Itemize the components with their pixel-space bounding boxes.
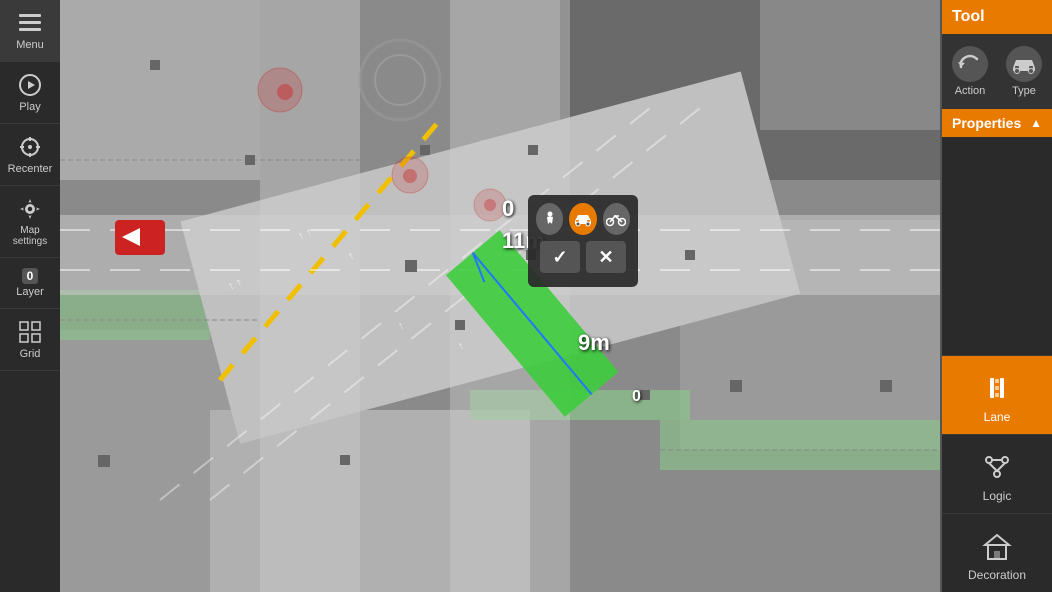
action-popup: ✓ ✕	[528, 195, 638, 287]
recenter-label: Recenter	[8, 163, 53, 175]
popup-bike-button[interactable]	[603, 203, 630, 235]
logic-button[interactable]: Logic	[942, 434, 1052, 513]
check-icon: ✓	[552, 247, 567, 268]
layer-button[interactable]: 0 Layer	[0, 258, 60, 309]
tool-header: Tool	[942, 0, 1052, 34]
logic-label: Logic	[983, 489, 1012, 503]
type-tool-item[interactable]: Type	[1000, 42, 1048, 101]
action-tool-item[interactable]: Action	[946, 42, 994, 101]
action-label: Action	[955, 85, 986, 97]
menu-button[interactable]: Menu	[0, 0, 60, 62]
grid-button[interactable]: Grid	[0, 309, 60, 371]
map-area[interactable]: ↑ ↑ ↑ ↑ ↑ ↑ ↑ 0 11m 9m 0	[60, 0, 940, 592]
layer-label: Layer	[16, 286, 44, 298]
grid-label: Grid	[20, 348, 41, 360]
popup-cancel-button[interactable]: ✕	[586, 241, 626, 273]
type-icon	[1006, 46, 1042, 82]
menu-label: Menu	[16, 39, 44, 51]
right-sidebar: Tool Action	[942, 0, 1052, 592]
lane-label: Lane	[984, 410, 1011, 424]
popup-icon-row	[536, 203, 630, 235]
grid-icon	[17, 319, 43, 345]
map-settings-label: Mapsettings	[13, 225, 47, 247]
decoration-label: Decoration	[968, 568, 1026, 582]
popup-walk-button[interactable]	[536, 203, 563, 235]
decoration-button[interactable]: Decoration	[942, 513, 1052, 592]
type-label: Type	[1012, 85, 1036, 97]
properties-header: Properties ▲	[942, 109, 1052, 137]
map-settings-button[interactable]: Mapsettings	[0, 186, 60, 258]
play-label: Play	[19, 101, 40, 113]
popup-car-button[interactable]	[569, 203, 596, 235]
left-sidebar: Menu Play Recenter	[0, 0, 60, 592]
play-icon	[17, 72, 43, 98]
properties-label: Properties	[952, 115, 1021, 131]
popup-action-row: ✓ ✕	[536, 241, 630, 273]
lane-icon	[979, 370, 1015, 406]
gear-icon	[17, 196, 43, 222]
cross-icon: ✕	[598, 247, 613, 268]
play-button[interactable]: Play	[0, 62, 60, 124]
lane-button[interactable]: Lane	[942, 355, 1052, 434]
tool-actions: Action Type	[942, 34, 1052, 109]
properties-arrow-icon[interactable]: ▲	[1030, 116, 1042, 130]
popup-confirm-button[interactable]: ✓	[540, 241, 580, 273]
tool-label: Tool	[952, 8, 985, 25]
action-icon	[952, 46, 988, 82]
recenter-icon	[17, 134, 43, 160]
recenter-button[interactable]: Recenter	[0, 124, 60, 186]
layer-value: 0	[22, 268, 39, 284]
logic-icon	[979, 449, 1015, 485]
decoration-icon	[979, 528, 1015, 564]
menu-icon	[17, 10, 43, 36]
